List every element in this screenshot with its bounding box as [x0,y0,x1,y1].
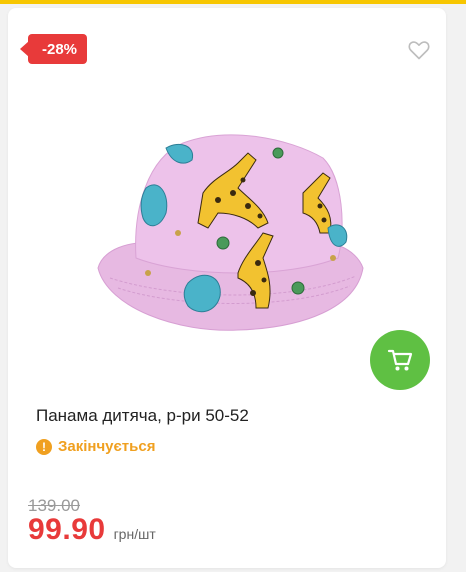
top-accent-strip [0,0,466,4]
add-to-cart-button[interactable] [370,330,430,390]
heart-outline-icon [408,41,430,60]
product-card[interactable]: -28% Панама дитяча, р-ри 50-52 ! Закінчу… [8,8,446,568]
current-price: 99.90 [28,513,106,546]
product-image[interactable] [88,118,378,358]
price-row: 99.90 грн/шт [28,513,156,547]
product-title[interactable]: Панама дитяча, р-ри 50-52 [36,406,249,426]
discount-badge: -28% [19,34,88,64]
stock-status-label: Закінчується [58,438,156,455]
price-unit: грн/шт [113,526,156,542]
exclamation-icon: ! [36,438,52,455]
cart-icon [387,349,413,371]
stock-status: ! Закінчується [36,438,155,455]
favorite-button[interactable] [408,40,430,60]
